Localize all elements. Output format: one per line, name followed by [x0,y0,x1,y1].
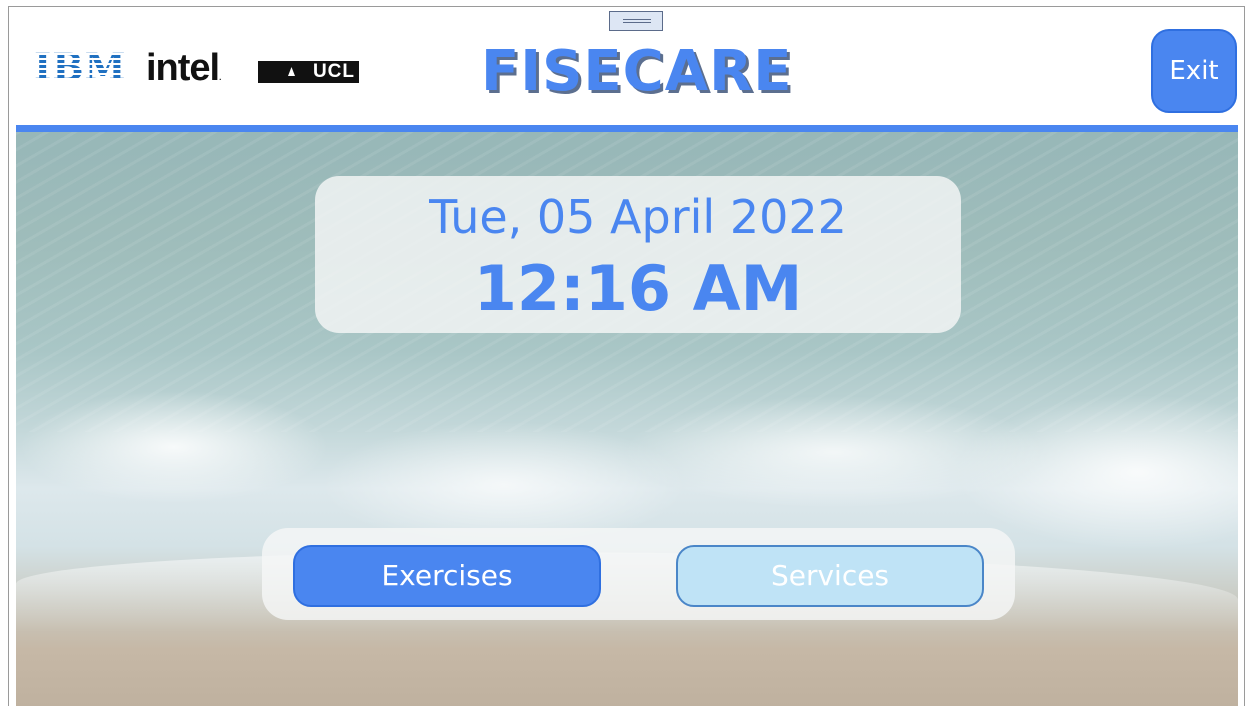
services-button[interactable]: Services [676,545,984,607]
clock-date: Tue, 05 April 2022 [429,190,847,244]
beach-background: Tue, 05 April 2022 12:16 AM Exercises Se… [16,132,1238,706]
clock-panel: Tue, 05 April 2022 12:16 AM [315,176,961,333]
nav-button-panel: Exercises Services [262,528,1015,620]
grip-lines [623,19,651,23]
exercises-button[interactable]: Exercises [293,545,601,607]
app-window: IBM intel. UCL FISECARE Exit Tue, 05 Apr… [8,6,1245,706]
intel-logo-mark: . [219,73,221,82]
intel-logo: intel. [146,47,222,90]
app-title: FISECARE [481,39,793,104]
exit-button[interactable]: Exit [1151,29,1237,113]
ucl-logo: UCL [258,61,359,83]
drag-handle-icon[interactable] [609,11,663,31]
clock-time: 12:16 AM [473,252,803,325]
ibm-logo: IBM [34,45,127,89]
ucl-logo-mark [288,67,295,76]
header-divider [16,125,1238,132]
intel-logo-text: intel [146,47,220,89]
ucl-logo-text: UCL [312,61,355,82]
